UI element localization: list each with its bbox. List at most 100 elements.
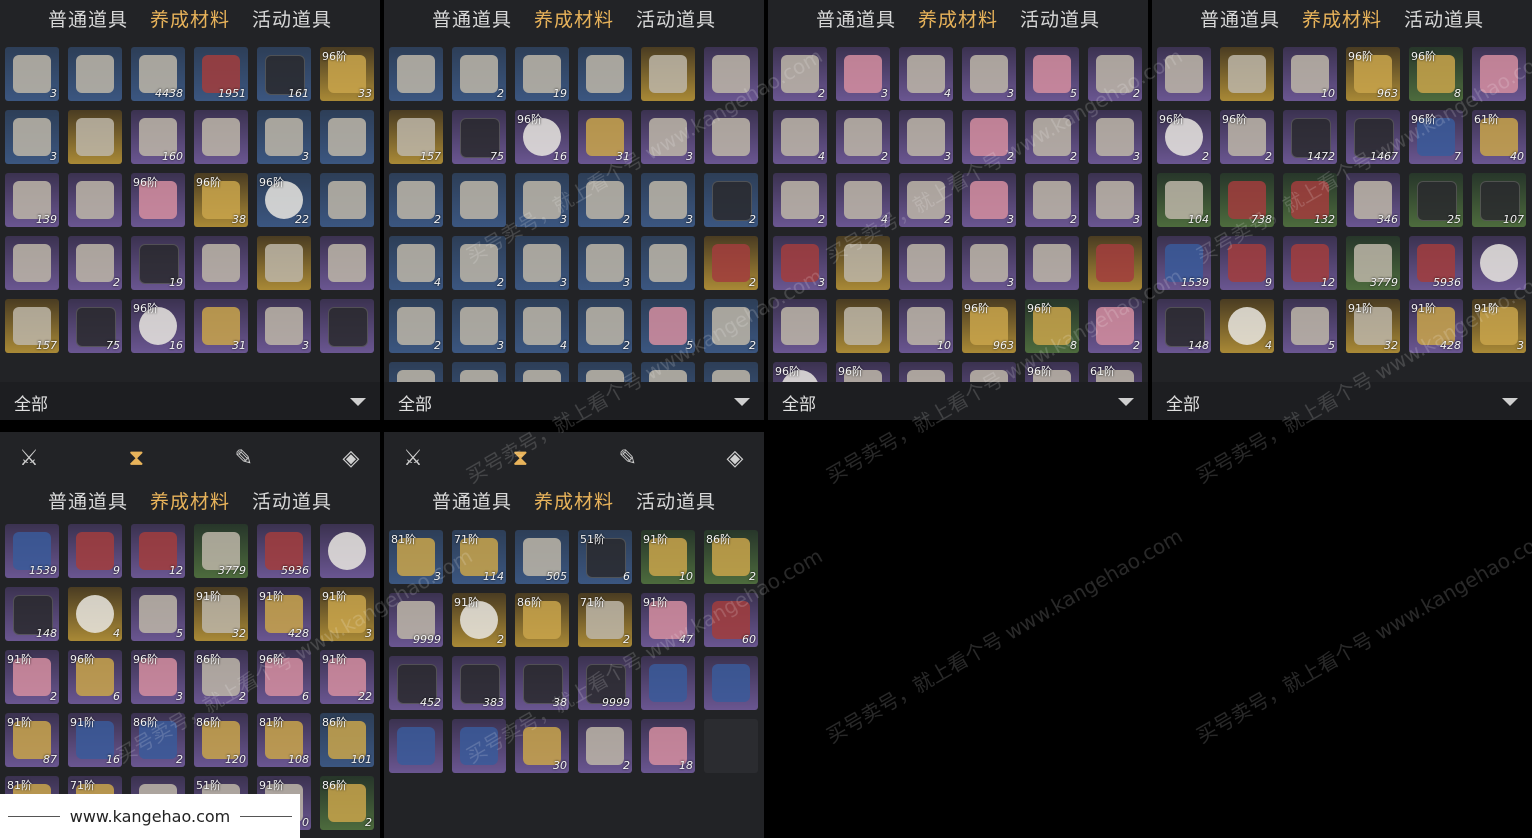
item-slot[interactable]: 2 xyxy=(1025,110,1079,164)
item-slot[interactable]: 96阶 22 xyxy=(257,173,311,227)
item-slot[interactable]: 91阶 2 xyxy=(5,650,59,704)
filter-dropdown[interactable]: 全部 xyxy=(768,382,1148,420)
item-slot[interactable]: 5 xyxy=(1025,47,1079,101)
item-slot[interactable]: 3 xyxy=(899,110,953,164)
item-slot[interactable]: 86阶 2 xyxy=(704,530,758,584)
item-slot[interactable]: 2 xyxy=(704,236,758,290)
item-slot[interactable] xyxy=(5,236,59,290)
item-slot[interactable]: 96阶 16 xyxy=(131,299,185,353)
item-slot[interactable]: 81阶 108 xyxy=(257,713,311,767)
item-slot[interactable]: 2 xyxy=(452,236,506,290)
item-slot[interactable]: 18 xyxy=(641,719,695,773)
pouch-icon[interactable]: ⧗ xyxy=(505,444,535,474)
item-slot[interactable]: 91阶 3 xyxy=(1472,299,1526,353)
item-slot[interactable]: 3 xyxy=(452,299,506,353)
item-slot[interactable]: 2 xyxy=(1088,47,1142,101)
item-slot[interactable]: 9 xyxy=(68,524,122,578)
item-slot[interactable]: 25 xyxy=(1409,173,1463,227)
item-slot[interactable]: 71阶 114 xyxy=(452,530,506,584)
item-slot[interactable]: 96阶 38 xyxy=(194,173,248,227)
tab-event-items[interactable]: 活动道具 xyxy=(1404,0,1484,40)
item-slot[interactable]: 96阶 963 xyxy=(1346,47,1400,101)
item-slot[interactable]: 60 xyxy=(704,593,758,647)
tab-cultivation-materials[interactable]: 养成材料 xyxy=(534,0,614,40)
item-slot[interactable]: 5 xyxy=(1283,299,1337,353)
item-slot[interactable]: 505 xyxy=(515,530,569,584)
item-slot[interactable]: 3 xyxy=(257,299,311,353)
item-slot[interactable]: 96阶 8 xyxy=(1025,299,1079,353)
item-slot[interactable]: 91阶 10 xyxy=(641,530,695,584)
item-slot[interactable]: 91阶 428 xyxy=(1409,299,1463,353)
item-slot[interactable]: 107 xyxy=(1472,173,1526,227)
item-slot[interactable]: 91阶 428 xyxy=(257,587,311,641)
item-slot[interactable]: 51阶 6 xyxy=(578,530,632,584)
tab-cultivation-materials[interactable]: 养成材料 xyxy=(534,482,614,522)
item-slot[interactable]: 2 xyxy=(704,299,758,353)
item-slot[interactable]: 9999 xyxy=(389,593,443,647)
item-slot[interactable]: 5936 xyxy=(257,524,311,578)
item-slot[interactable]: 12 xyxy=(1283,236,1337,290)
gem-icon[interactable]: ◈ xyxy=(720,444,750,474)
tab-common-items[interactable]: 普通道具 xyxy=(1200,0,1280,40)
item-slot[interactable] xyxy=(836,299,890,353)
item-slot[interactable] xyxy=(899,236,953,290)
scroll-icon[interactable]: ✎ xyxy=(229,444,259,474)
item-slot[interactable]: 3 xyxy=(5,110,59,164)
item-slot[interactable]: 3 xyxy=(641,110,695,164)
item-slot[interactable]: 12 xyxy=(131,524,185,578)
item-slot[interactable]: 86阶 xyxy=(515,593,569,647)
item-slot[interactable]: 96阶 3 xyxy=(131,650,185,704)
item-slot[interactable] xyxy=(1088,236,1142,290)
item-slot[interactable] xyxy=(704,656,758,710)
item-slot[interactable] xyxy=(1472,236,1526,290)
item-slot[interactable]: 1467 xyxy=(1346,110,1400,164)
item-slot[interactable]: 3 xyxy=(515,236,569,290)
item-slot[interactable]: 96阶 2 xyxy=(1157,110,1211,164)
item-slot[interactable]: 3 xyxy=(962,236,1016,290)
item-slot[interactable] xyxy=(257,236,311,290)
filter-dropdown[interactable]: 全部 xyxy=(1152,382,1532,420)
item-slot[interactable]: 5 xyxy=(131,587,185,641)
item-slot[interactable] xyxy=(194,110,248,164)
item-slot[interactable]: 10 xyxy=(899,299,953,353)
item-slot[interactable]: 96阶 33 xyxy=(320,47,374,101)
item-slot[interactable]: 86阶 2 xyxy=(131,713,185,767)
item-slot[interactable]: 2 xyxy=(773,173,827,227)
item-slot[interactable]: 2 xyxy=(389,173,443,227)
item-slot[interactable]: 738 xyxy=(1220,173,1274,227)
item-slot[interactable]: 4 xyxy=(899,47,953,101)
item-slot[interactable]: 3 xyxy=(257,110,311,164)
item-slot[interactable]: 5936 xyxy=(1409,236,1463,290)
item-slot[interactable] xyxy=(452,719,506,773)
item-slot[interactable]: 31 xyxy=(578,110,632,164)
footer-url[interactable]: www.kangehao.com xyxy=(70,807,231,826)
tab-cultivation-materials[interactable]: 养成材料 xyxy=(1302,0,1382,40)
item-slot[interactable]: 4 xyxy=(515,299,569,353)
item-slot[interactable]: 3 xyxy=(962,173,1016,227)
item-slot[interactable] xyxy=(68,110,122,164)
item-slot[interactable]: 2 xyxy=(836,110,890,164)
item-slot[interactable]: 4 xyxy=(68,587,122,641)
tab-common-items[interactable]: 普通道具 xyxy=(432,482,512,522)
item-slot[interactable] xyxy=(320,173,374,227)
item-slot[interactable]: 91阶 32 xyxy=(194,587,248,641)
item-slot[interactable]: 3 xyxy=(836,47,890,101)
item-slot[interactable] xyxy=(836,236,890,290)
item-slot[interactable]: 75 xyxy=(68,299,122,353)
item-slot[interactable]: 96阶 2 xyxy=(1220,110,1274,164)
item-slot[interactable]: 2 xyxy=(1088,299,1142,353)
item-slot[interactable] xyxy=(773,299,827,353)
item-slot[interactable]: 3 xyxy=(641,173,695,227)
item-slot[interactable]: 9 xyxy=(1220,236,1274,290)
item-slot[interactable]: 75 xyxy=(452,110,506,164)
item-slot[interactable] xyxy=(68,173,122,227)
item-slot[interactable] xyxy=(1157,47,1211,101)
item-slot[interactable]: 1951 xyxy=(194,47,248,101)
pouch-icon[interactable]: ⧗ xyxy=(121,444,151,474)
item-slot[interactable]: 3 xyxy=(1088,110,1142,164)
item-slot[interactable]: 3779 xyxy=(194,524,248,578)
tab-common-items[interactable]: 普通道具 xyxy=(48,482,128,522)
item-slot[interactable]: 1472 xyxy=(1283,110,1337,164)
item-slot[interactable] xyxy=(641,656,695,710)
item-slot[interactable]: 452 xyxy=(389,656,443,710)
